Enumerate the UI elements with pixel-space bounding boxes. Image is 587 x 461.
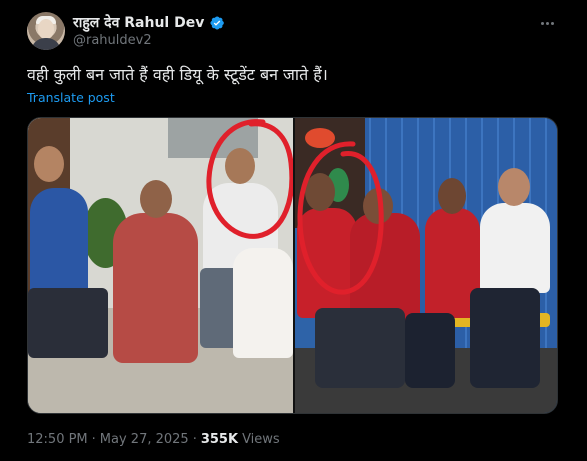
post-card: राहुल देव Rahul Dev @rahuldev2 वही कुली … xyxy=(0,0,587,461)
views-label: Views xyxy=(242,432,280,447)
verified-badge-icon xyxy=(210,15,225,30)
author-avatar[interactable] xyxy=(27,12,65,50)
post-date[interactable]: May 27, 2025 xyxy=(100,432,189,447)
annotation-circle-right xyxy=(297,141,384,295)
person-legs xyxy=(28,288,108,358)
post-text: वही कुली बन जाते हैं वही डियू के स्टूडें… xyxy=(27,65,328,84)
person-legs xyxy=(315,308,405,388)
views-count[interactable]: 355K xyxy=(201,432,238,447)
person-white-shirt xyxy=(480,203,550,293)
media-photo-right[interactable] xyxy=(295,118,557,413)
more-options-button[interactable] xyxy=(537,14,557,32)
person-red-dress xyxy=(113,213,198,363)
person-head xyxy=(34,146,64,182)
person-white-outfit xyxy=(233,248,293,358)
author-handle[interactable]: @rahuldev2 xyxy=(73,33,152,48)
author-display-name[interactable]: राहुल देव Rahul Dev xyxy=(73,13,204,32)
post-time[interactable]: 12:50 PM xyxy=(27,432,88,447)
translate-post-link[interactable]: Translate post xyxy=(27,90,115,105)
annotation-circle-left xyxy=(206,119,293,239)
author-name-row: राहुल देव Rahul Dev xyxy=(73,13,225,32)
person-head xyxy=(438,178,466,214)
avatar-face xyxy=(38,19,54,39)
media-photo-left[interactable] xyxy=(28,118,293,413)
post-media[interactable] xyxy=(27,117,558,414)
meta-separator: · xyxy=(192,432,197,447)
more-dot-icon xyxy=(550,21,554,25)
meta-separator: · xyxy=(91,432,96,447)
more-dot-icon xyxy=(540,21,544,25)
person-legs xyxy=(470,288,540,388)
avatar-shirt xyxy=(31,38,61,50)
person-head xyxy=(140,180,172,218)
post-meta: 12:50 PM · May 27, 2025 · 355K Views xyxy=(27,432,280,447)
person-head xyxy=(498,168,530,206)
more-dot-icon xyxy=(545,21,549,25)
person-legs xyxy=(405,313,455,388)
person-blue-shirt xyxy=(30,188,88,298)
